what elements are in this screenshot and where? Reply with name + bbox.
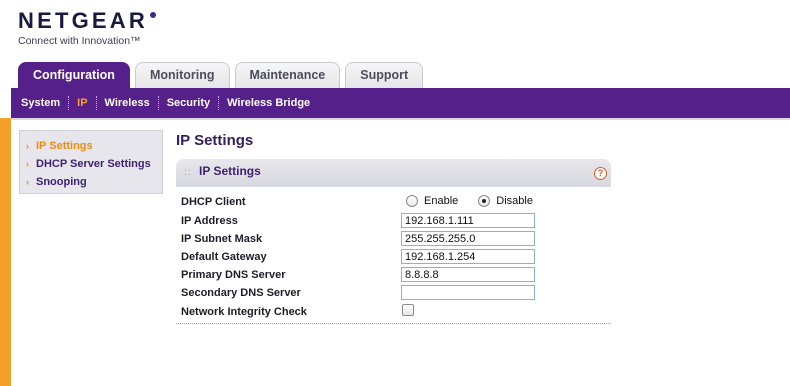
secondary-dns-label: Secondary DNS Server	[181, 287, 301, 299]
dhcp-disable-radio[interactable]	[478, 195, 491, 207]
primary-dns-field[interactable]	[401, 267, 535, 282]
netgear-admin-page: NETGEAR Connect with Innovation™ Configu…	[0, 0, 790, 386]
ip-settings-panel: :: IP Settings ? DHCP Client Enable Disa…	[176, 159, 611, 325]
dhcp-client-radios: Enable Disable	[406, 193, 533, 209]
ip-address-field[interactable]	[401, 213, 535, 228]
network-integrity-label: Network Integrity Check	[181, 306, 307, 318]
sidebar-menu: › IP Settings › DHCP Server Settings › S…	[19, 130, 163, 194]
subnav-wireless[interactable]: Wireless	[95, 96, 158, 110]
subnav-wireless-bridge[interactable]: Wireless Bridge	[218, 96, 318, 110]
chevron-right-icon: ›	[26, 159, 29, 169]
netgear-logo: NETGEAR Connect with Innovation™	[18, 8, 156, 47]
network-integrity-checkbox[interactable]	[402, 304, 414, 316]
logo-dot-icon	[149, 12, 156, 18]
default-gateway-label: Default Gateway	[181, 251, 267, 263]
page-title: IP Settings	[176, 132, 254, 149]
secondary-dns-field[interactable]	[401, 285, 535, 300]
drag-grip-icon: ::	[184, 167, 192, 178]
subnav-system[interactable]: System	[21, 96, 68, 110]
subnet-mask-field[interactable]	[401, 231, 535, 246]
panel-title: IP Settings	[199, 164, 261, 178]
dhcp-enable-radio[interactable]	[406, 195, 418, 207]
main-tabs: Configuration Monitoring Maintenance Sup…	[18, 62, 428, 88]
default-gateway-field[interactable]	[401, 249, 535, 264]
panel-header: :: IP Settings ?	[176, 159, 611, 187]
left-accent-bar	[0, 118, 11, 386]
sidebar-item-label: DHCP Server Settings	[36, 158, 151, 170]
dhcp-enable-label: Enable	[424, 195, 459, 207]
subnav-ip[interactable]: IP	[68, 96, 95, 110]
tab-configuration[interactable]: Configuration	[18, 62, 130, 88]
tab-support[interactable]: Support	[345, 62, 424, 88]
tab-maintenance[interactable]: Maintenance	[234, 62, 341, 88]
sidebar-item-dhcp-server-settings[interactable]: › DHCP Server Settings	[26, 155, 162, 173]
help-icon[interactable]: ?	[594, 167, 607, 180]
sidebar-item-ip-settings[interactable]: › IP Settings	[26, 137, 162, 155]
sidebar-item-label: Snooping	[36, 176, 87, 188]
chevron-right-icon: ›	[26, 177, 29, 187]
panel-bottom-divider	[176, 323, 611, 324]
dhcp-disable-label: Disable	[496, 195, 533, 207]
subnet-mask-label: IP Subnet Mask	[181, 233, 263, 245]
brand-tagline: Connect with Innovation™	[18, 35, 141, 47]
dhcp-client-label: DHCP Client	[181, 196, 246, 208]
chevron-right-icon: ›	[26, 141, 29, 151]
sidebar-item-label: IP Settings	[36, 140, 93, 152]
primary-dns-label: Primary DNS Server	[181, 269, 286, 281]
sub-nav-bar: System IP Wireless Security Wireless Bri…	[11, 88, 790, 118]
ip-address-label: IP Address	[181, 215, 238, 227]
tab-monitoring[interactable]: Monitoring	[134, 62, 230, 88]
brand-name: NETGEAR	[18, 8, 156, 34]
sidebar-item-snooping[interactable]: › Snooping	[26, 173, 162, 191]
subnav-security[interactable]: Security	[157, 96, 218, 110]
content-top-divider	[0, 118, 790, 120]
